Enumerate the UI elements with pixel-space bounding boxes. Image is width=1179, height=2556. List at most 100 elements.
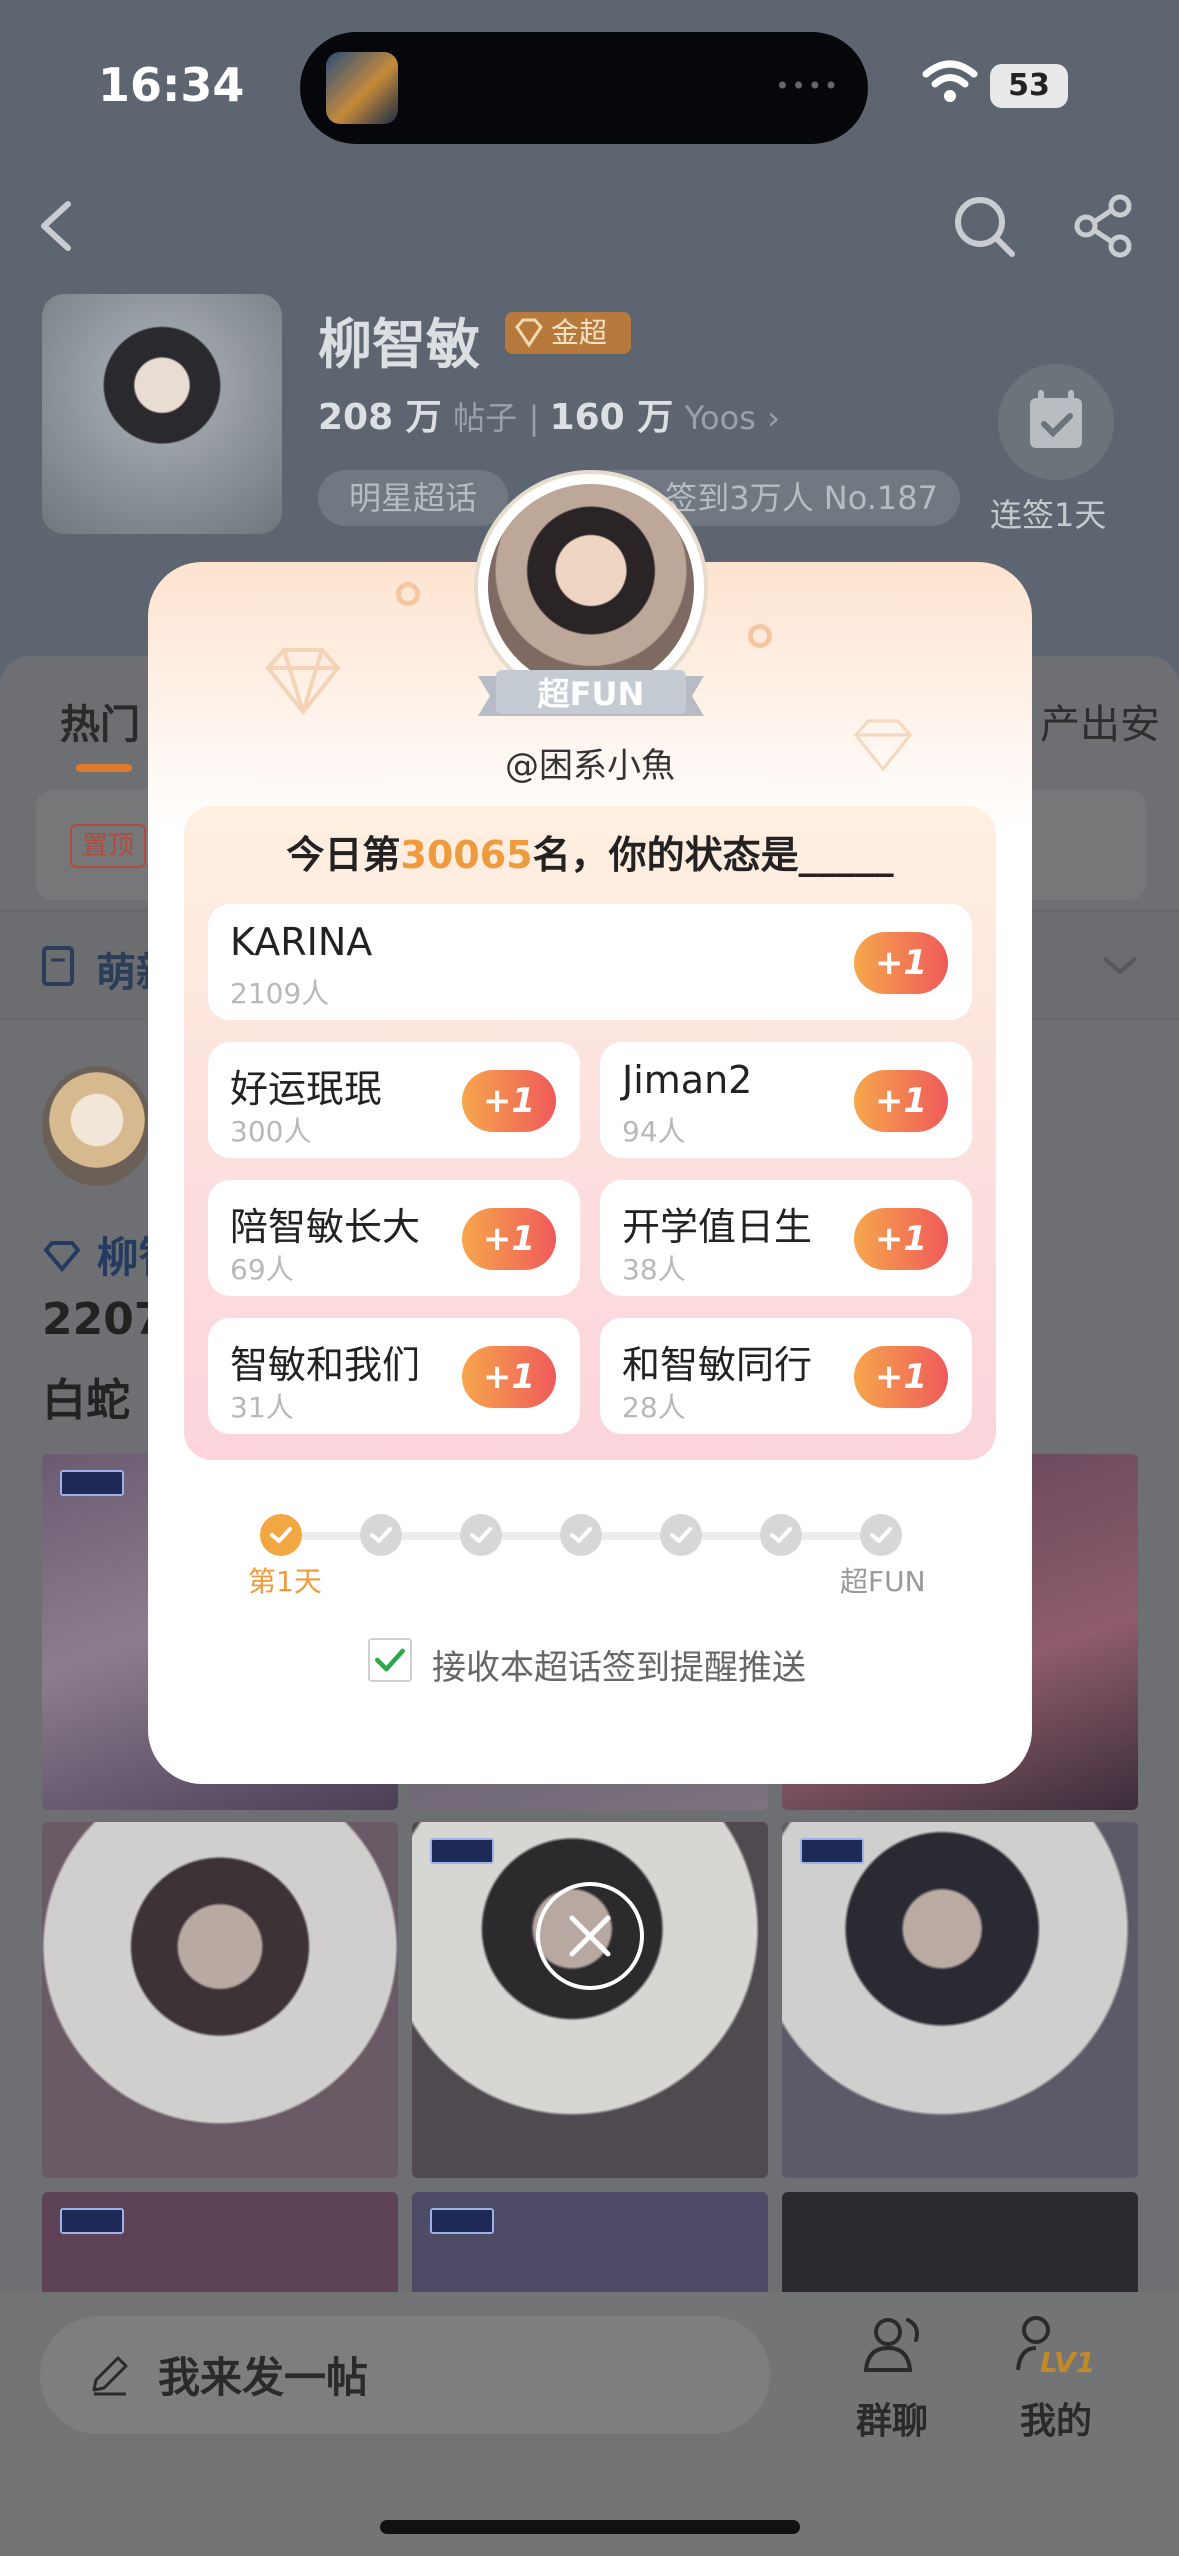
search-icon[interactable]	[950, 192, 1018, 260]
stats-divider: |	[528, 399, 550, 437]
option-name: 好运珉珉	[230, 1067, 383, 1111]
option-name: KARINA	[230, 920, 373, 964]
plus-one-button[interactable]: +1	[854, 932, 948, 994]
user-avatar[interactable]	[488, 484, 694, 690]
compose-post-label: 我来发一帖	[158, 2353, 369, 2402]
progress-step	[560, 1514, 602, 1556]
topic-avatar[interactable]	[42, 294, 282, 534]
share-icon[interactable]	[1070, 192, 1138, 260]
close-modal-button[interactable]	[536, 1882, 644, 1990]
tab-output[interactable]: 产出安	[1040, 692, 1160, 750]
badge-label: 金超	[551, 316, 608, 349]
topic-stats: 208 万 帖子 | 160 万 Yoos ›	[318, 388, 780, 440]
plus-one-button[interactable]: +1	[854, 1208, 948, 1270]
level-text: LV1	[1040, 2346, 1095, 2379]
plus-one-button[interactable]: +1	[462, 1346, 556, 1408]
progress-step	[660, 1514, 702, 1556]
chevron-right-icon: ›	[767, 399, 781, 437]
checkin-button[interactable]	[998, 364, 1114, 480]
option-count: 28人	[622, 1391, 686, 1424]
status-option-card[interactable]: 智敏和我们 31人 +1	[208, 1318, 580, 1434]
option-count: 69人	[230, 1253, 294, 1286]
post-image[interactable]	[782, 1822, 1138, 2178]
progress-step	[760, 1514, 802, 1556]
posts-label: 帖子	[453, 399, 518, 437]
status-option-card[interactable]: KARINA 2109人 +1	[208, 904, 972, 1020]
post-author-avatar[interactable]	[42, 1066, 152, 1186]
status-time: 16:34	[98, 58, 245, 112]
reminder-label[interactable]: 接收本超话签到提醒推送	[432, 1640, 806, 1689]
back-arrow-icon[interactable]	[30, 196, 90, 256]
progress-end-label: 超FUN	[840, 1565, 926, 1598]
category-tag[interactable]: 明星超话	[318, 470, 508, 526]
option-count: 94人	[622, 1115, 686, 1148]
plus-one-button[interactable]: +1	[462, 1208, 556, 1270]
checkin-streak-label: 连签1天	[990, 496, 1107, 534]
plus-one-button[interactable]: +1	[854, 1070, 948, 1132]
tab-active-underline	[76, 764, 132, 772]
topic-title: 柳智敏	[318, 313, 480, 376]
compose-post-button[interactable]	[40, 2316, 770, 2434]
dynamic-island[interactable]: ••••	[300, 32, 868, 144]
note-icon	[42, 946, 74, 986]
now-playing-artwork	[326, 52, 398, 124]
group-chat-icon[interactable]	[858, 2308, 934, 2384]
pin-badge: 置顶	[70, 824, 146, 868]
diamond-decoration-icon	[265, 648, 341, 716]
calendar-check-icon	[1030, 390, 1082, 448]
chevron-down-icon[interactable]	[1098, 950, 1142, 980]
reminder-checkbox[interactable]	[368, 1638, 412, 1682]
home-indicator[interactable]	[380, 2520, 800, 2534]
countdown-logo	[800, 1838, 864, 1864]
status-option-card[interactable]: 陪智敏长大 69人 +1	[208, 1180, 580, 1296]
option-name: 和智敏同行	[622, 1343, 813, 1387]
option-name: 智敏和我们	[230, 1343, 421, 1387]
option-count: 2109人	[230, 977, 330, 1010]
island-indicator-icon: ••••	[775, 72, 840, 100]
diamond-icon	[43, 1241, 81, 1273]
question-suffix: 名，你的状态是_____	[532, 833, 894, 877]
user-handle: @困系小魚	[505, 746, 675, 786]
countdown-logo	[430, 2208, 494, 2234]
yoos-label[interactable]: Yoos	[685, 399, 756, 437]
progress-step	[860, 1514, 902, 1556]
option-count: 38人	[622, 1253, 686, 1286]
rank-number: 30065	[400, 833, 533, 877]
posts-count: 208 万	[318, 397, 442, 438]
option-count: 31人	[230, 1391, 294, 1424]
group-chat-label[interactable]: 群聊	[856, 2392, 928, 2444]
circle-decoration	[396, 582, 420, 606]
status-question: 今日第30065名，你的状态是_____	[184, 824, 996, 879]
fun-level-label: 超FUN	[537, 675, 645, 713]
post-image[interactable]	[412, 1822, 768, 2178]
circle-decoration	[748, 624, 772, 648]
option-name: Jiman2	[622, 1058, 753, 1102]
countdown-logo	[60, 2208, 124, 2234]
diamond-icon	[515, 318, 543, 348]
profile-level-icon[interactable]: LV1	[1014, 2308, 1104, 2384]
checkmark-icon	[375, 1648, 405, 1672]
countdown-logo	[430, 1838, 494, 1864]
progress-start-label: 第1天	[248, 1565, 322, 1598]
status-option-card[interactable]: 和智敏同行 28人 +1	[600, 1318, 972, 1434]
progress-step	[360, 1514, 402, 1556]
status-option-card[interactable]: 好运珉珉 300人 +1	[208, 1042, 580, 1158]
me-label[interactable]: 我的	[1020, 2392, 1092, 2444]
option-name: 陪智敏长大	[230, 1205, 421, 1249]
post-image[interactable]	[42, 1822, 398, 2178]
option-count: 300人	[230, 1115, 312, 1148]
option-name: 开学值日生	[622, 1205, 813, 1249]
question-prefix: 今日第	[286, 833, 401, 877]
status-option-card[interactable]: Jiman2 94人 +1	[600, 1042, 972, 1158]
pencil-icon	[92, 2356, 128, 2396]
progress-step	[460, 1514, 502, 1556]
tab-hot[interactable]: 热门	[60, 692, 140, 750]
plus-one-button[interactable]: +1	[854, 1346, 948, 1408]
status-option-card[interactable]: 开学值日生 38人 +1	[600, 1180, 972, 1296]
close-icon	[569, 1915, 611, 1957]
plus-one-button[interactable]: +1	[462, 1070, 556, 1132]
wifi-icon	[922, 60, 978, 102]
post-text-line: 2207	[42, 1294, 165, 1345]
yoos-count: 160 万	[549, 397, 674, 438]
gold-super-badge[interactable]: 金超	[505, 312, 631, 354]
